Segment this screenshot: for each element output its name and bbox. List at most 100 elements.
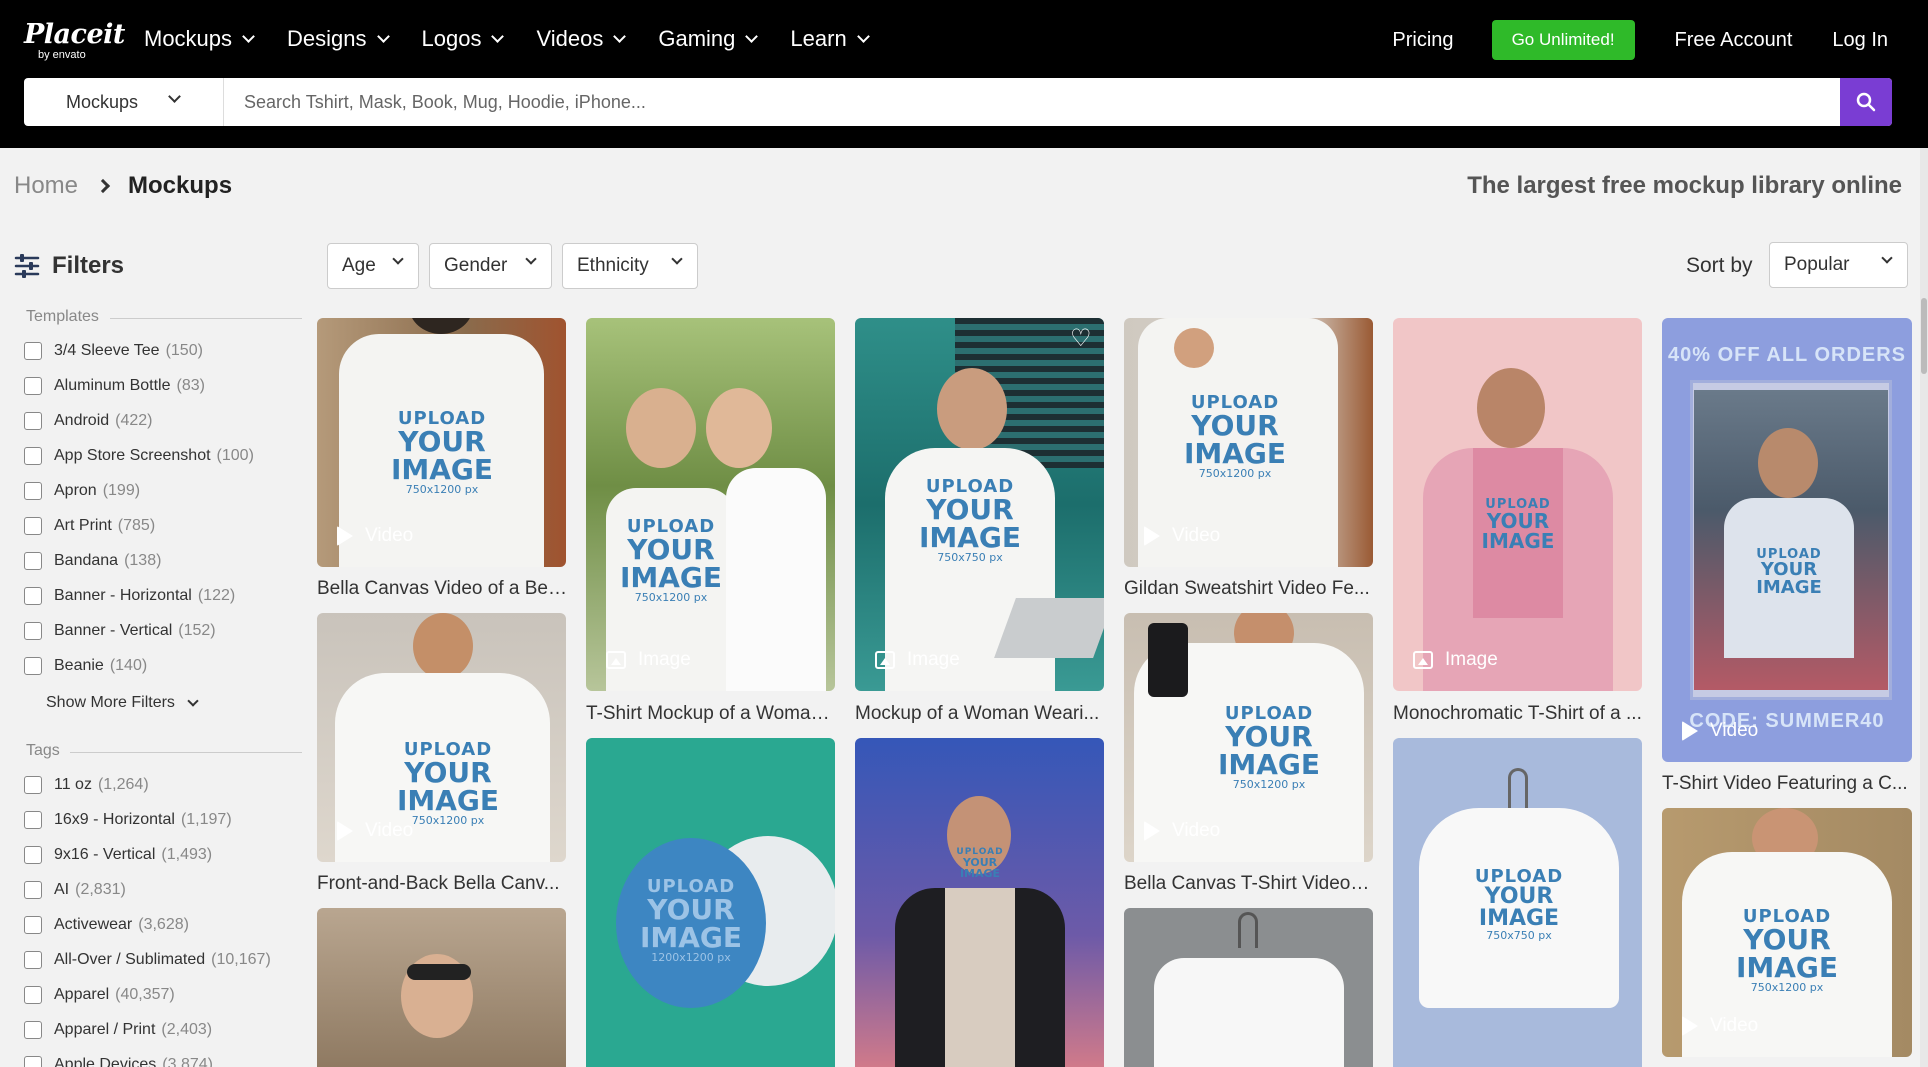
checkbox[interactable] (24, 446, 42, 465)
mockup-card[interactable] (1124, 908, 1373, 1067)
checkbox[interactable] (24, 551, 42, 570)
play-icon (337, 526, 353, 546)
upload-placeholder: UPLOAD YOUR IMAGE (956, 847, 1004, 880)
checkbox[interactable] (24, 586, 42, 605)
mockup-caption[interactable]: Monochromatic T-Shirt of a ... (1393, 703, 1643, 725)
mockup-card[interactable]: UPLOAD YOUR IMAGE 750x1200 px Video (1124, 613, 1373, 862)
chevron-down-icon (671, 253, 683, 265)
checkbox[interactable] (24, 810, 42, 829)
mockup-caption[interactable]: Front-and-Back Bella Canv... (317, 873, 567, 895)
checkbox[interactable] (24, 775, 42, 794)
checkbox[interactable] (24, 880, 42, 899)
nav-mockups[interactable]: Mockups (144, 24, 255, 54)
nav-designs[interactable]: Designs (287, 24, 390, 54)
filter-count: (3,628) (138, 915, 189, 933)
sort-dropdown[interactable]: Popular (1769, 242, 1908, 288)
filter-option[interactable]: 9x16 - Vertical (1,493) (24, 837, 271, 872)
filter-option[interactable]: App Store Screenshot (100) (24, 438, 254, 473)
filter-label: Apparel (54, 985, 110, 1003)
filter-count: (1,493) (161, 845, 213, 863)
filter-option[interactable]: Apparel (40,357) (24, 977, 271, 1012)
filter-option[interactable]: 16x9 - Horizontal (1,197) (24, 802, 271, 837)
filter-option[interactable]: Banner - Horizontal (122) (24, 578, 254, 613)
mockup-card[interactable]: UPLOAD YOUR IMAGE 750x1200 px Image (586, 318, 835, 691)
checkbox[interactable] (24, 376, 42, 395)
search-button[interactable] (1840, 78, 1892, 126)
mockup-card[interactable]: UPLOAD YOUR IMAGE 750x750 px (1393, 738, 1642, 1067)
filter-option[interactable]: Bandana (138) (24, 543, 254, 578)
mockup-card[interactable] (317, 908, 566, 1067)
show-more-filters-button[interactable]: Show More Filters (46, 694, 199, 712)
checkbox[interactable] (24, 621, 42, 640)
breadcrumb-home[interactable]: Home (14, 172, 78, 200)
filter-option[interactable]: Banner - Vertical (152) (24, 613, 254, 648)
filter-option[interactable]: Apparel / Print (2,403) (24, 1012, 271, 1047)
free-account-link[interactable]: Free Account (1675, 29, 1793, 52)
page-scrollbar[interactable] (1920, 148, 1928, 1067)
nav-learn[interactable]: Learn (790, 24, 870, 54)
mockup-card[interactable]: UPLOAD YOUR IMAGE 750x1200 px Video (317, 318, 566, 567)
filter-option[interactable]: Apple Devices (3,874) (24, 1047, 271, 1067)
mockup-card[interactable]: UPLOAD YOUR IMAGE 750x1200 px Video (1124, 318, 1373, 567)
mockup-caption[interactable]: Gildan Sweatshirt Video Fe... (1124, 578, 1374, 600)
scrollbar-thumb[interactable] (1921, 298, 1927, 374)
go-unlimited-button[interactable]: Go Unlimited! (1491, 20, 1635, 60)
ethnicity-dropdown[interactable]: Ethnicity (562, 243, 698, 289)
nav-gaming[interactable]: Gaming (658, 24, 759, 54)
image-icon (875, 651, 895, 669)
log-in-link[interactable]: Log In (1832, 29, 1888, 52)
filter-option[interactable]: Beanie (140) (24, 648, 254, 683)
checkbox[interactable] (24, 845, 42, 864)
mockup-card[interactable]: UPLOAD YOUR IMAGE 1200x1200 px (586, 738, 835, 1067)
mockup-card[interactable]: UPLOAD YOUR IMAGE 750x1200 px Video (317, 613, 566, 862)
mockup-card[interactable]: UPLOAD YOUR IMAGE (855, 738, 1104, 1067)
mockup-card[interactable]: UPLOAD YOUR IMAGE 750x1200 px Video (1662, 808, 1912, 1057)
age-dropdown[interactable]: Age (327, 243, 419, 289)
mockup-caption[interactable]: Bella Canvas Video of a Bea... (317, 578, 567, 600)
filter-option[interactable]: Android (422) (24, 403, 254, 438)
search-category-select[interactable]: Mockups (24, 78, 224, 126)
filter-option[interactable]: 11 oz (1,264) (24, 767, 271, 802)
upload-placeholder: UPLOAD YOUR IMAGE 750x1200 px (390, 408, 494, 496)
badge-label: Image (638, 649, 691, 670)
mockup-card[interactable]: UPLOAD YOUR IMAGE Image (1393, 318, 1642, 691)
filter-label: Art Print (54, 516, 112, 534)
filter-option[interactable]: All-Over / Sublimated (10,167) (24, 942, 271, 977)
mockup-caption[interactable]: T-Shirt Mockup of a Woman... (586, 703, 836, 725)
filter-option[interactable]: Apron (199) (24, 473, 254, 508)
mockup-card[interactable]: 40% OFF ALL ORDERS UPLOAD YOUR IMAGE CODE:… (1662, 318, 1912, 762)
filter-label: Android (54, 411, 110, 429)
nav-logos[interactable]: Logos (422, 24, 505, 54)
heart-icon[interactable]: ♡ (1070, 327, 1092, 351)
checkbox[interactable] (24, 341, 42, 360)
chevron-down-icon (1881, 252, 1893, 264)
checkbox[interactable] (24, 656, 42, 675)
placeit-logo[interactable]: Placeit by envato (24, 20, 125, 61)
filter-option[interactable]: Art Print (785) (24, 508, 254, 543)
mockup-card[interactable]: UPLOAD YOUR IMAGE 750x750 px ♡ Image (855, 318, 1104, 691)
checkbox[interactable] (24, 1055, 42, 1067)
nav-videos[interactable]: Videos (536, 24, 627, 54)
checkbox[interactable] (24, 481, 42, 500)
model-head (937, 368, 1007, 450)
play-icon (1682, 721, 1698, 741)
checkbox[interactable] (24, 985, 42, 1004)
badge-label: Video (365, 820, 414, 841)
badge-label: Video (1172, 820, 1221, 841)
checkbox[interactable] (24, 411, 42, 430)
filter-option[interactable]: 3/4 Sleeve Tee (150) (24, 333, 254, 368)
account-nav: Pricing Go Unlimited! Free Account Log I… (1352, 20, 1888, 60)
search-input[interactable] (224, 78, 1840, 126)
filter-option[interactable]: AI (2,831) (24, 872, 271, 907)
mockup-caption[interactable]: Bella Canvas T-Shirt Video F... (1124, 873, 1374, 895)
checkbox[interactable] (24, 516, 42, 535)
pricing-link[interactable]: Pricing (1392, 29, 1453, 52)
filter-option[interactable]: Activewear (3,628) (24, 907, 271, 942)
mockup-caption[interactable]: Mockup of a Woman Weari... (855, 703, 1105, 725)
mockup-caption[interactable]: T-Shirt Video Featuring a C... (1662, 773, 1912, 795)
checkbox[interactable] (24, 950, 42, 969)
checkbox[interactable] (24, 1020, 42, 1039)
gender-dropdown[interactable]: Gender (429, 243, 552, 289)
checkbox[interactable] (24, 915, 42, 934)
filter-option[interactable]: Aluminum Bottle (83) (24, 368, 254, 403)
